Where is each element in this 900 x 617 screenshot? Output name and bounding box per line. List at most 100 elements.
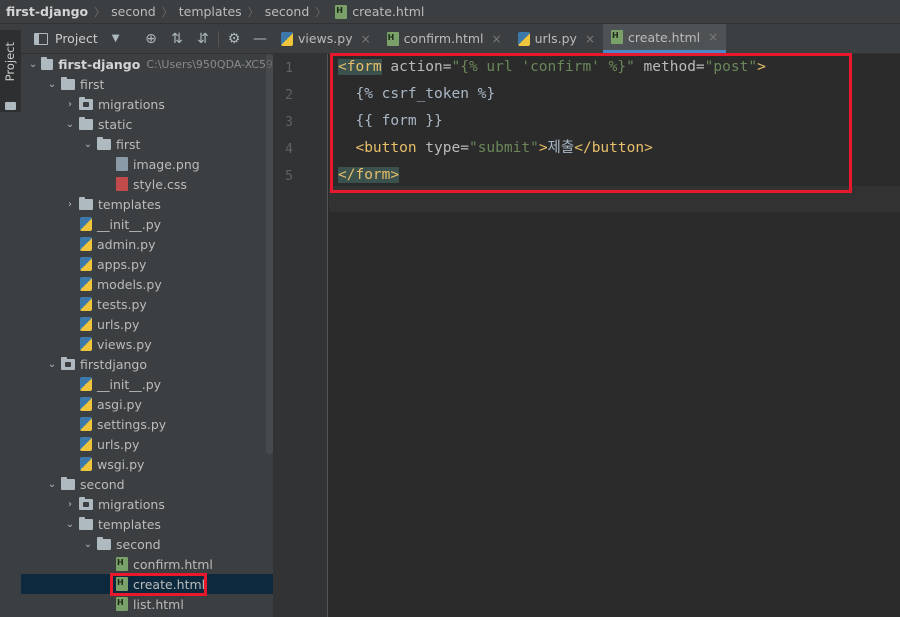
chevron-down-icon[interactable]: ⌄ — [27, 59, 39, 70]
gear-icon[interactable]: ⚙ — [221, 31, 247, 47]
editor-tab[interactable]: views.py × — [273, 24, 379, 53]
editor-tab[interactable]: confirm.html × — [379, 24, 510, 53]
chevron-right-icon[interactable]: › — [63, 99, 77, 110]
chevron-down-icon[interactable]: ▼ — [112, 33, 120, 44]
tree-row[interactable]: apps.py — [21, 254, 273, 274]
chevron-down-icon[interactable]: ⌄ — [81, 539, 95, 550]
chevron-down-icon[interactable]: ⌄ — [45, 79, 59, 90]
tree-item-label: asgi.py — [97, 396, 142, 412]
tree-row[interactable]: ⌄ second — [21, 474, 273, 494]
collapse-all-icon[interactable]: ⇵ — [190, 31, 216, 47]
editor-tab[interactable]: urls.py × — [510, 24, 603, 53]
breadcrumb-separator: 〉 — [315, 5, 327, 19]
close-icon[interactable]: × — [492, 32, 502, 46]
tree-item-label: models.py — [97, 276, 162, 292]
html-file-icon — [116, 557, 128, 571]
chevron-down-icon[interactable]: ⌄ — [63, 519, 77, 530]
folder-icon — [61, 356, 75, 370]
editor-tab-label: create.html — [628, 29, 701, 45]
project-tree: ⌄ first-django C:\Users\950QDA-XC59 ⌄ first ›… — [21, 54, 273, 614]
tree-row[interactable]: urls.py — [21, 434, 273, 454]
py-file-icon — [80, 237, 92, 251]
tree-item-label: first — [80, 76, 105, 92]
folder-icon — [79, 496, 93, 510]
breadcrumb: first-django 〉 second 〉 templates 〉 seco… — [0, 0, 900, 24]
locate-icon[interactable]: ⊕ — [138, 31, 164, 47]
tree-item-label: templates — [98, 516, 161, 532]
chevron-right-icon[interactable]: › — [63, 199, 77, 210]
tree-scrollbar[interactable] — [266, 54, 273, 454]
tree-row[interactable]: ⌄ first — [21, 74, 273, 94]
toolbar-divider — [218, 30, 219, 47]
breadcrumb-item-second[interactable]: second — [111, 4, 156, 19]
tree-row[interactable]: asgi.py — [21, 394, 273, 414]
tree-row[interactable]: ⌄ first — [21, 134, 273, 154]
project-view-title[interactable]: Project — [55, 31, 98, 46]
css-file-icon — [116, 177, 128, 191]
tree-item-label: first-django — [58, 56, 141, 72]
chevron-down-icon[interactable]: ⌄ — [45, 479, 59, 490]
tree-row[interactable]: ⌄ first-django C:\Users\950QDA-XC59 — [21, 54, 273, 74]
tree-row[interactable]: ⌄ templates — [21, 514, 273, 534]
png-file-icon — [116, 157, 128, 171]
tree-item-label: templates — [98, 196, 161, 212]
tree-row[interactable]: image.png — [21, 154, 273, 174]
tree-item-label: apps.py — [97, 256, 147, 272]
tree-row[interactable]: settings.py — [21, 414, 273, 434]
py-file-icon — [281, 31, 293, 46]
html-file-icon — [335, 4, 348, 19]
tree-row[interactable]: confirm.html — [21, 554, 273, 574]
py-file-icon — [80, 297, 92, 311]
minimize-icon[interactable]: — — [247, 31, 273, 47]
tree-row[interactable]: › migrations — [21, 94, 273, 114]
tree-row[interactable]: tests.py — [21, 294, 273, 314]
tree-item-label: image.png — [133, 156, 200, 172]
chevron-down-icon[interactable]: ⌄ — [45, 359, 59, 370]
folder-icon — [79, 116, 93, 130]
tree-row[interactable]: › migrations — [21, 494, 273, 514]
chevron-down-icon[interactable]: ⌄ — [81, 139, 95, 150]
line-gutter: 1 2 3 4 5 — [273, 54, 328, 617]
tree-item-label: wsgi.py — [97, 456, 145, 472]
tree-row[interactable]: wsgi.py — [21, 454, 273, 474]
breadcrumb-item-second-sub[interactable]: second — [265, 4, 310, 19]
breadcrumb-separator: 〉 — [247, 5, 259, 19]
editor-tab-bar: views.py×confirm.html×urls.py×create.htm… — [273, 24, 900, 54]
tree-row[interactable]: urls.py — [21, 314, 273, 334]
folder-icon — [79, 196, 93, 210]
tree-row[interactable]: ⌄ static — [21, 114, 273, 134]
tree-item-label: style.css — [133, 176, 187, 192]
expand-all-icon[interactable]: ⇅ — [164, 31, 190, 47]
project-tool-tab[interactable]: Project — [0, 30, 21, 112]
tree-row[interactable]: ⌄ second — [21, 534, 273, 554]
tree-row[interactable]: style.css — [21, 174, 273, 194]
tree-item-label: tests.py — [97, 296, 147, 312]
tree-row[interactable]: › templates — [21, 194, 273, 214]
chevron-down-icon[interactable]: ⌄ — [63, 119, 77, 130]
tree-row[interactable]: models.py — [21, 274, 273, 294]
close-icon[interactable]: × — [585, 32, 595, 46]
project-panel-header: Project ▼ ⊕ ⇅ ⇵ ⚙ — — [21, 24, 273, 54]
tree-row[interactable]: admin.py — [21, 234, 273, 254]
breadcrumb-item-templates[interactable]: templates — [179, 4, 242, 19]
py-file-icon — [80, 417, 92, 431]
breadcrumb-item-file[interactable]: create.html — [352, 4, 424, 19]
line-number: 3 — [285, 115, 293, 130]
folder-icon — [61, 76, 75, 90]
tree-row[interactable]: __init__.py — [21, 374, 273, 394]
tree-row[interactable]: __init__.py — [21, 214, 273, 234]
tree-row[interactable]: ⌄ firstdjango — [21, 354, 273, 374]
tree-row[interactable]: views.py — [21, 334, 273, 354]
editor-tab[interactable]: create.html × — [603, 24, 727, 53]
project-tool-label: Project — [3, 42, 17, 82]
close-icon[interactable]: × — [361, 32, 371, 46]
tree-item-label: __init__.py — [97, 376, 162, 392]
tree-item-label: static — [98, 116, 133, 132]
chevron-right-icon[interactable]: › — [63, 499, 77, 510]
breadcrumb-item-project[interactable]: first-django — [6, 4, 88, 19]
close-icon[interactable]: × — [708, 30, 718, 44]
py-file-icon — [80, 317, 92, 331]
tree-row[interactable]: list.html — [21, 594, 273, 614]
editor-tab-label: urls.py — [534, 31, 577, 46]
tree-item-label: migrations — [98, 96, 165, 112]
